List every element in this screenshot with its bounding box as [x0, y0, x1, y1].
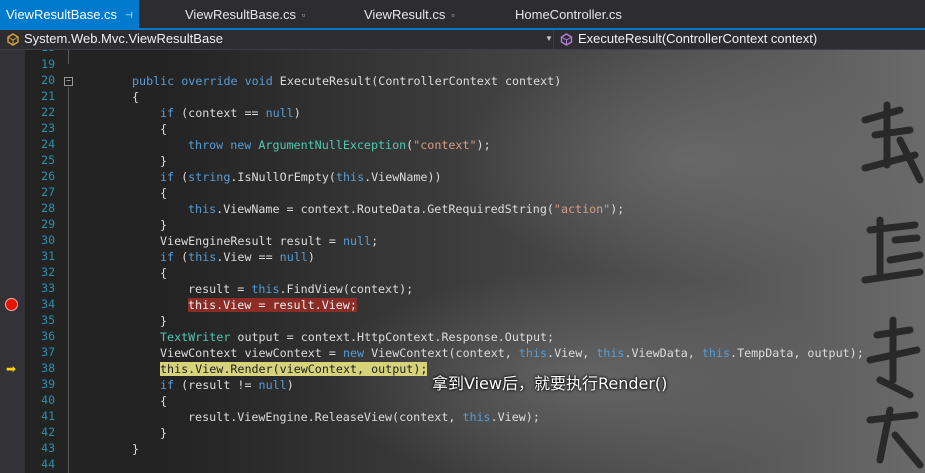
tab-label: ViewResultBase.cs: [6, 7, 118, 22]
indicator-margin[interactable]: [0, 50, 25, 473]
code-line-26[interactable]: if (string.IsNullOrEmpty(this.ViewName)): [160, 169, 442, 185]
line-number: 42: [41, 425, 55, 439]
lock-icon: ▫: [451, 10, 455, 20]
tab-label: HomeController.cs: [515, 7, 622, 22]
pin-icon[interactable]: ⊣: [125, 0, 133, 30]
type-selector-label: System.Web.Mvc.ViewResultBase: [24, 31, 223, 46]
line-number: 40: [41, 393, 55, 407]
code-line-25[interactable]: }: [160, 153, 167, 169]
line-number: 44: [41, 457, 55, 471]
code-line-40[interactable]: {: [160, 393, 167, 409]
line-number: 37: [41, 345, 55, 359]
tab-viewresult[interactable]: ViewResult.cs ▫: [364, 0, 455, 28]
member-selector-label: ExecuteResult(ControllerContext context): [578, 31, 818, 46]
type-selector-dropdown[interactable]: System.Web.Mvc.ViewResultBase ▼: [0, 30, 554, 49]
member-selector-dropdown[interactable]: ExecuteResult(ControllerContext context): [554, 30, 925, 49]
line-number: 21: [41, 89, 55, 103]
collapse-icon[interactable]: −: [64, 77, 73, 86]
current-statement-highlight: this.View.Render(viewContext, output);: [160, 362, 428, 376]
code-line-33[interactable]: result = this.FindView(context);: [188, 281, 413, 297]
code-line-39[interactable]: if (result != null): [160, 377, 294, 393]
tab-label: ViewResultBase.cs: [185, 7, 297, 22]
fold-guide: [68, 87, 69, 473]
line-number: 41: [41, 409, 55, 423]
code-line-37[interactable]: ViewContext viewContext = new ViewContex…: [160, 345, 864, 361]
line-number: 32: [41, 265, 55, 279]
line-number: 43: [41, 441, 55, 455]
line-number: 23: [41, 121, 55, 135]
chevron-down-icon: ▼: [545, 34, 553, 43]
code-line-38-current[interactable]: this.View.Render(viewContext, output);: [160, 361, 428, 377]
line-number: 39: [41, 377, 55, 391]
navigation-bar: System.Web.Mvc.ViewResultBase ▼ ExecuteR…: [0, 30, 925, 50]
line-number-gutter: 18 19 20 21 22 23 24 25 26 27 28 29 30 3…: [25, 50, 59, 473]
line-number: 22: [41, 105, 55, 119]
line-number: 25: [41, 153, 55, 167]
code-line-29[interactable]: }: [160, 217, 167, 233]
line-number: 36: [41, 329, 55, 343]
code-editor[interactable]: ➡ 18 19 20 21 22 23 24 25 26 27 28 29 30…: [0, 50, 925, 473]
line-number: 26: [41, 169, 55, 183]
line-number: 19: [41, 57, 55, 71]
tab-homecontroller[interactable]: HomeController.cs: [515, 0, 622, 28]
tab-viewresultbase-active[interactable]: ViewResultBase.cs ⊣: [0, 0, 139, 28]
code-line-20[interactable]: public override void ExecuteResult(Contr…: [132, 73, 561, 89]
breakpoint-icon[interactable]: [5, 298, 18, 311]
code-line-43[interactable]: }: [132, 441, 139, 457]
current-statement-arrow-icon[interactable]: ➡: [6, 363, 16, 375]
tab-viewresultbase[interactable]: ViewResultBase.cs ▫: [185, 0, 305, 28]
lock-icon: ▫: [302, 10, 306, 20]
line-number: 33: [41, 281, 55, 295]
line-number: 24: [41, 137, 55, 151]
line-number: 31: [41, 249, 55, 263]
class-icon: [7, 33, 19, 46]
code-line-34-breakpoint[interactable]: this.View = result.View;: [188, 297, 357, 313]
fold-guide: [68, 50, 69, 64]
line-number: 20: [41, 73, 55, 87]
code-line-23[interactable]: {: [160, 121, 167, 137]
code-line-35[interactable]: }: [160, 313, 167, 329]
line-number: 30: [41, 233, 55, 247]
line-number: 27: [41, 185, 55, 199]
code-line-36[interactable]: TextWriter output = context.HttpContext.…: [160, 329, 554, 345]
code-line-41[interactable]: result.ViewEngine.ReleaseView(context, t…: [188, 409, 540, 425]
code-line-31[interactable]: if (this.View == null): [160, 249, 315, 265]
document-tab-bar: ViewResultBase.cs ⊣ ViewResultBase.cs ▫ Vi…: [0, 0, 925, 29]
code-line-30[interactable]: ViewEngineResult result = null;: [160, 233, 378, 249]
line-number: 35: [41, 313, 55, 327]
code-line-22[interactable]: if (context == null): [160, 105, 301, 121]
tab-label: ViewResult.cs: [364, 7, 446, 22]
code-line-24[interactable]: throw new ArgumentNullException("context…: [188, 137, 491, 153]
code-line-28[interactable]: this.ViewName = context.RouteData.GetReq…: [188, 201, 624, 217]
code-line-27[interactable]: {: [160, 185, 167, 201]
method-icon: [560, 33, 573, 46]
annotation-text: 拿到View后，就要执行Render(): [432, 374, 668, 393]
line-number: 29: [41, 217, 55, 231]
line-number: 18: [41, 50, 55, 54]
code-line-32[interactable]: {: [160, 265, 167, 281]
breakpoint-highlight: this.View = result.View;: [188, 298, 357, 312]
code-line-42[interactable]: }: [160, 425, 167, 441]
line-number: 34: [41, 297, 55, 311]
code-line-21[interactable]: {: [132, 89, 139, 105]
line-number: 38: [41, 361, 55, 375]
line-number: 28: [41, 201, 55, 215]
